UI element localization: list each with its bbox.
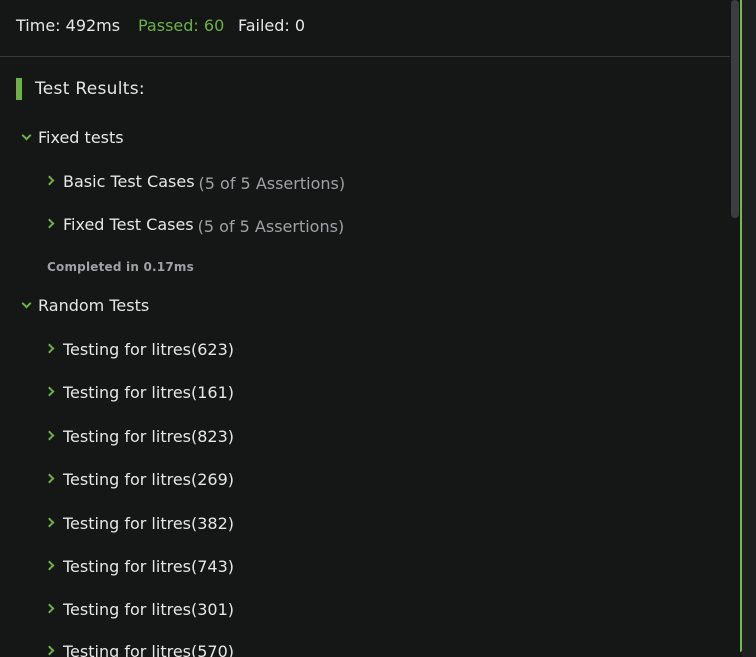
chevron-right-icon [44,218,55,229]
chevron-right-icon [44,175,55,186]
status-failed: Failed: 0 [238,16,306,35]
test-results-title: Test Results: [35,79,145,99]
vertical-scrollbar[interactable] [730,0,740,657]
chevron-right-icon [44,386,55,397]
test-output-panel: Time: 492ms Passed: 60 Failed: 0 Test Re… [0,0,740,657]
status-passed: Passed: 60 [138,16,225,35]
group-label: Random Tests [38,296,150,315]
test-name: Testing for litres(269) [63,470,235,489]
test-name: Testing for litres(161) [63,383,235,402]
chevron-right-icon [44,645,55,656]
assertion-count: (5 of 5 Assertions) [198,174,346,193]
test-name: Testing for litres(570) [63,642,235,657]
test-label: Basic Test Cases (5 of 5 Assertions) [63,171,345,193]
test-name: Testing for litres(301) [63,600,235,619]
panel-right-border [740,0,742,652]
group-label: Fixed tests [38,128,124,147]
chevron-right-icon [44,473,55,484]
test-name: Basic Test Cases [63,172,195,191]
test-name: Testing for litres(623) [63,340,235,359]
outer-background [742,0,756,657]
test-name: Testing for litres(382) [63,514,235,533]
chevron-down-icon [21,130,32,141]
status-bar: Time: 492ms Passed: 60 Failed: 0 [0,0,730,57]
status-time: Time: 492ms [16,16,121,35]
test-name: Testing for litres(823) [63,427,235,446]
chevron-right-icon [44,560,55,571]
chevron-right-icon [44,343,55,354]
chevron-down-icon [21,298,32,309]
chevron-right-icon [44,430,55,441]
assertion-count: (5 of 5 Assertions) [197,217,345,236]
completed-time: Completed in 0.17ms [47,260,194,274]
chevron-right-icon [44,517,55,528]
results-accent-bar [16,78,22,100]
scrollbar-thumb[interactable] [731,0,739,218]
test-name: Fixed Test Cases [63,215,194,234]
test-name: Testing for litres(743) [63,557,235,576]
test-label: Fixed Test Cases (5 of 5 Assertions) [63,214,344,236]
chevron-right-icon [44,603,55,614]
